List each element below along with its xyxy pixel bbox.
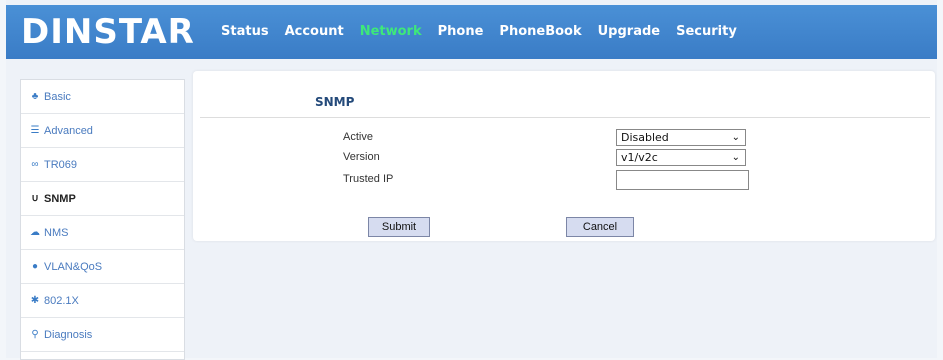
cancel-button[interactable]: Cancel <box>566 217 634 237</box>
sidebar-item-label: TR069 <box>44 158 78 171</box>
chevron-down-icon: ⌄ <box>731 132 740 143</box>
nav-security[interactable]: Security <box>668 5 745 59</box>
top-header: DINSTAR Status Account Network Phone Pho… <box>6 5 937 59</box>
nav-account[interactable]: Account <box>277 5 352 59</box>
nav-upgrade[interactable]: Upgrade <box>590 5 668 59</box>
snmp-panel: SNMP Active Disabled ⌄ Version v1/v2c ⌄ … <box>193 71 935 241</box>
sidebar-item-snmp[interactable]: ∪ SNMP <box>21 182 184 216</box>
version-select-value: v1/v2c <box>621 151 658 164</box>
sidebar-item-advanced[interactable]: ☰ Advanced <box>21 114 184 148</box>
active-select-value: Disabled <box>621 131 669 144</box>
nav-phone[interactable]: Phone <box>430 5 492 59</box>
active-select[interactable]: Disabled ⌄ <box>616 129 746 146</box>
nav-status[interactable]: Status <box>213 5 277 59</box>
title-divider <box>200 117 930 118</box>
active-label: Active <box>343 131 373 143</box>
magnet-icon: ∪ <box>31 193 39 204</box>
sidebar-item-nms[interactable]: ☁ NMS <box>21 216 184 250</box>
page-title: SNMP <box>315 95 355 109</box>
sidebar-item-label: VLAN&QoS <box>44 260 103 273</box>
main-nav: Status Account Network Phone PhoneBook U… <box>213 5 745 59</box>
search-icon: ⚲ <box>31 329 39 340</box>
cloud-icon: ☁ <box>30 227 40 238</box>
sidebar-item-label: NMS <box>44 226 69 239</box>
trusted-ip-label: Trusted IP <box>343 173 394 185</box>
sidebar-item-8021x[interactable]: ✱ 802.1X <box>21 284 184 318</box>
submit-button[interactable]: Submit <box>368 217 430 237</box>
sidebar-item-diagnosis[interactable]: ⚲ Diagnosis <box>21 318 184 352</box>
sidebar-item-vlan-qos[interactable]: ● VLAN&QoS <box>21 250 184 284</box>
list-icon: ☰ <box>30 125 40 136</box>
sidebar-item-label: Advanced <box>44 124 93 137</box>
sidebar-item-label: 802.1X <box>44 294 79 307</box>
trusted-ip-input[interactable] <box>616 170 749 190</box>
dinstar-logo: DINSTAR <box>21 12 195 52</box>
sidebar-item-label: Diagnosis <box>44 328 93 341</box>
version-select[interactable]: v1/v2c ⌄ <box>616 149 746 166</box>
link-icon: ∞ <box>31 159 39 170</box>
map-marker-icon: ● <box>31 261 39 272</box>
sidebar: ♣ Basic ☰ Advanced ∞ TR069 ∪ SNMP ☁ NMS … <box>20 79 185 360</box>
version-label: Version <box>343 151 380 163</box>
nav-phonebook[interactable]: PhoneBook <box>491 5 589 59</box>
sidebar-item-label: SNMP <box>44 192 76 205</box>
sidebar-item-basic[interactable]: ♣ Basic <box>21 80 184 114</box>
sidebar-item-label: Basic <box>44 90 71 103</box>
sitemap-icon: ♣ <box>31 91 39 102</box>
sidebar-item-tr069[interactable]: ∞ TR069 <box>21 148 184 182</box>
nav-network[interactable]: Network <box>352 5 430 59</box>
chevron-down-icon: ⌄ <box>731 152 740 163</box>
asterisk-icon: ✱ <box>30 295 40 306</box>
